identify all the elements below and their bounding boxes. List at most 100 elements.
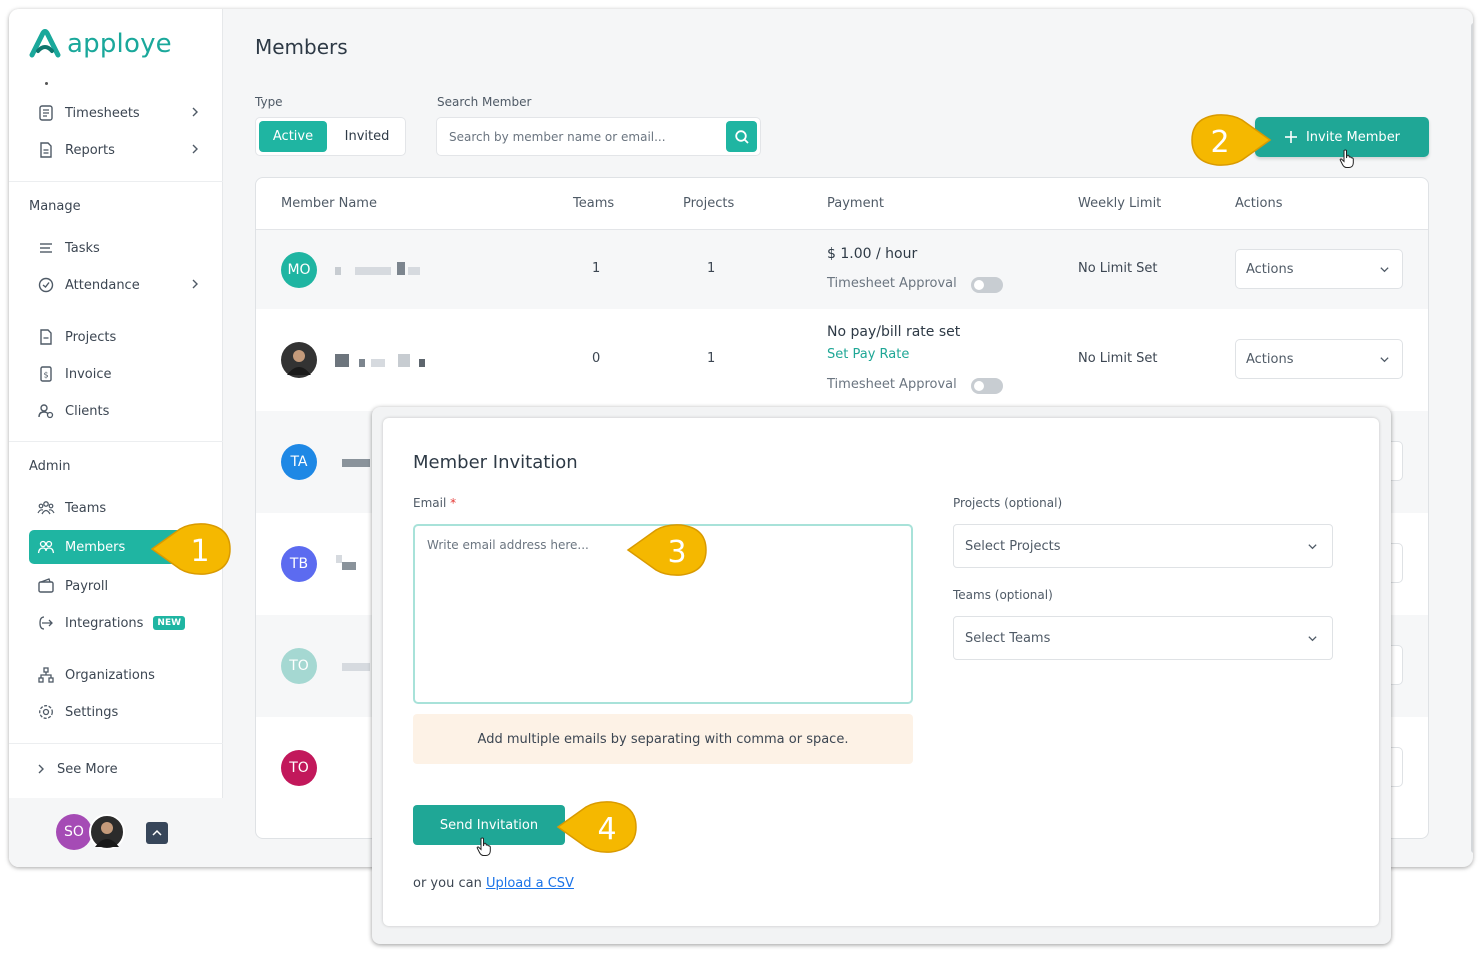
chevron-down-icon xyxy=(1308,636,1317,642)
sidebar-item-label: Payroll xyxy=(65,578,109,594)
sidebar-item-label: Members xyxy=(65,539,126,555)
callout-number: 2 xyxy=(1210,125,1229,160)
pay-rate: $ 1.00 / hour xyxy=(827,246,918,262)
timesheet-approval-toggle[interactable] xyxy=(971,378,1003,394)
email-label: Email * xyxy=(413,496,456,510)
sidebar-item-label: Invoice xyxy=(65,366,112,382)
callout-3: 3 xyxy=(626,524,707,576)
sidebar-item-attendance[interactable]: Attendance xyxy=(29,268,205,302)
sidebar-item-projects[interactable]: Projects xyxy=(29,320,205,354)
redacted-name xyxy=(359,359,365,367)
actions-dropdown[interactable]: Actions xyxy=(1235,339,1403,379)
sidebar-item-label: Teams xyxy=(65,500,107,516)
plus-icon xyxy=(1284,131,1297,143)
header-payment: Payment xyxy=(827,196,884,211)
avatar-initials: MO xyxy=(287,262,311,278)
see-more-button[interactable]: See More xyxy=(29,752,205,786)
projects-select[interactable]: Select Projects xyxy=(953,524,1333,568)
header-actions: Actions xyxy=(1235,196,1283,211)
redacted-name xyxy=(335,354,349,367)
projects-label: Projects (optional) xyxy=(953,496,1063,510)
type-invited-tab[interactable]: Invited xyxy=(332,121,402,152)
sidebar-item-clients[interactable]: Clients xyxy=(29,394,205,428)
user-avatar[interactable]: SO xyxy=(56,814,92,850)
redacted-name xyxy=(342,459,370,467)
see-more-label: See More xyxy=(57,761,118,777)
payroll-icon xyxy=(35,575,57,597)
sidebar-item-label: Tasks xyxy=(65,240,100,256)
avatar-initials: TA xyxy=(290,454,308,470)
header-teams: Teams xyxy=(573,196,615,211)
upload-csv-line: or you can Upload a CSV xyxy=(413,876,574,891)
projects-placeholder: Select Projects xyxy=(965,538,1061,554)
sidebar-item-integrations[interactable]: Integrations NEW xyxy=(29,606,205,640)
actions-label: Actions xyxy=(1246,261,1294,277)
email-label-text: Email xyxy=(413,496,447,510)
csv-prefix: or you can xyxy=(413,876,486,891)
svg-text:$: $ xyxy=(43,371,48,380)
sidebar-item-label: Timesheets xyxy=(65,105,140,121)
teams-count: 0 xyxy=(592,351,601,366)
required-mark: * xyxy=(450,496,457,510)
scrollbar[interactable] xyxy=(1471,23,1473,853)
chevron-right-icon xyxy=(192,279,198,289)
teams-select[interactable]: Select Teams xyxy=(953,616,1333,660)
section-label-manage: Manage xyxy=(29,199,81,214)
callout-2: 2 xyxy=(1191,114,1272,166)
header-projects: Projects xyxy=(683,196,735,211)
new-badge: NEW xyxy=(153,616,186,630)
logo[interactable]: apploye xyxy=(29,29,172,59)
sidebar-item-label: Settings xyxy=(65,704,119,720)
chevron-up-icon xyxy=(152,829,162,836)
sidebar-item-invoice[interactable]: $ Invoice xyxy=(29,357,205,391)
redacted-name xyxy=(398,354,410,367)
sidebar-item-tasks[interactable]: Tasks xyxy=(29,231,205,265)
redacted-name xyxy=(397,262,405,275)
pay-rate: No pay/bill rate set xyxy=(827,324,961,340)
invite-member-label: Invite Member xyxy=(1305,129,1401,145)
weekly-limit: No Limit Set xyxy=(1078,261,1158,276)
teams-icon xyxy=(35,497,57,519)
callout-4: 4 xyxy=(556,801,637,853)
sidebar-item-label: Organizations xyxy=(65,667,155,683)
profile-photo-avatar[interactable] xyxy=(89,814,125,850)
member-avatar: MO xyxy=(281,252,317,288)
redacted-name xyxy=(342,562,356,570)
avatar-initials: TO xyxy=(289,658,309,674)
redacted-name xyxy=(335,267,341,275)
sidebar-item-label: Reports xyxy=(65,142,115,158)
collapse-button[interactable] xyxy=(146,822,168,844)
table-row: MO 1 1 $ 1.00 / hour Timesheet Approval … xyxy=(256,230,1428,309)
organizations-icon xyxy=(35,664,57,686)
search-button[interactable] xyxy=(726,121,757,152)
chevron-down-icon xyxy=(1380,357,1389,363)
sidebar-item-reports[interactable]: Reports xyxy=(29,133,205,167)
chevron-right-icon xyxy=(192,144,198,154)
callout-1: 1 xyxy=(150,523,231,575)
member-invitation-dialog-frame: Member Invitation Email * Add multiple e… xyxy=(372,407,1391,944)
member-avatar: TO xyxy=(281,648,317,684)
sidebar-item-timesheets[interactable]: Timesheets xyxy=(29,96,205,130)
page-title: Members xyxy=(255,35,348,59)
type-active-tab[interactable]: Active xyxy=(259,121,327,152)
upload-csv-link[interactable]: Upload a CSV xyxy=(486,876,574,891)
email-hint: Add multiple emails by separating with c… xyxy=(413,714,913,764)
projects-icon xyxy=(35,326,57,348)
clients-icon xyxy=(35,400,57,422)
sidebar-item-settings[interactable]: Settings xyxy=(29,695,205,729)
actions-dropdown[interactable]: Actions xyxy=(1235,249,1403,289)
search-input[interactable] xyxy=(449,127,709,147)
projects-count: 1 xyxy=(707,351,716,366)
teams-placeholder: Select Teams xyxy=(965,630,1051,646)
set-pay-rate-link[interactable]: Set Pay Rate xyxy=(827,347,909,362)
teams-label: Teams (optional) xyxy=(953,588,1053,602)
sidebar-item-teams[interactable]: Teams xyxy=(29,491,205,525)
sidebar-item-label: Integrations xyxy=(65,615,144,631)
integrations-icon xyxy=(35,612,57,634)
sidebar-item-organizations[interactable]: Organizations xyxy=(29,658,205,692)
teams-count: 1 xyxy=(592,261,601,276)
hand-cursor-icon xyxy=(1339,149,1354,168)
timesheet-approval-toggle[interactable] xyxy=(971,277,1003,293)
sidebar-item-label: Attendance xyxy=(65,277,140,293)
search-icon xyxy=(734,129,749,144)
